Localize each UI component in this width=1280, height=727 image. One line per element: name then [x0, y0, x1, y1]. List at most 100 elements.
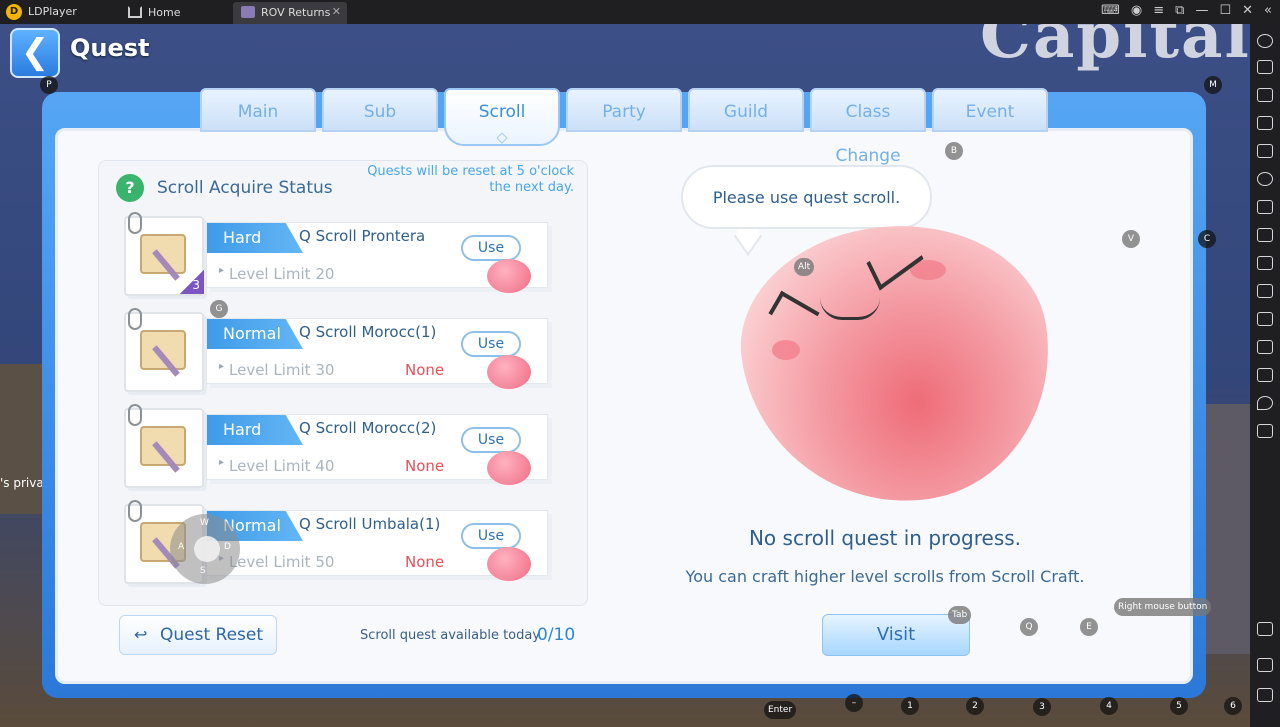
android-recents-icon[interactable] [1257, 688, 1273, 702]
scroll-name: Q Scroll Umbala(1) [299, 515, 441, 533]
keymap-hint-5: 5 [1170, 697, 1188, 715]
apk-install-icon[interactable] [1257, 228, 1273, 242]
reset-note: Quests will be reset at 5 o'clock the ne… [367, 164, 574, 195]
tab-event-label: Event [965, 102, 1015, 122]
close-tab-icon[interactable]: ✕ [332, 5, 341, 18]
joystick-key-w: W [200, 518, 209, 528]
quest-scroll-icon[interactable] [124, 308, 204, 392]
level-limit: Level Limit 30 [219, 361, 334, 379]
keymap-hint-1: 1 [901, 697, 919, 715]
maximize-icon[interactable]: ☐ [1219, 3, 1231, 18]
paperclip-icon [128, 212, 142, 234]
joystick-key-s: S [200, 566, 206, 576]
use-button[interactable]: Use [461, 427, 521, 453]
video-icon[interactable] [1257, 284, 1273, 298]
tab-class-change[interactable]: Class Change [810, 88, 926, 166]
menu-icon[interactable]: ≡ [1153, 3, 1164, 18]
android-home-icon[interactable] [1257, 658, 1273, 672]
scroll-row: Hard Q Scroll Morocc(2) Level Limit 40 N… [120, 404, 560, 492]
use-button[interactable]: Use [461, 331, 521, 357]
keymap-hint-minus: – [845, 694, 863, 712]
volume-down-icon[interactable] [1257, 116, 1273, 130]
quest-reset-button[interactable]: ↩ Quest Reset [119, 615, 277, 655]
game-icon [241, 6, 255, 18]
tab-sub-label: Sub [363, 102, 397, 122]
scroll-info-card: Normal Q Scroll Umbala(1) Level Limit 50… [206, 510, 548, 581]
speech-bubble: Please use quest scroll. [681, 165, 932, 229]
tab-scroll[interactable]: Scroll [444, 88, 560, 146]
ldplayer-logo-icon: D [6, 4, 22, 20]
tab-party[interactable]: Party [566, 88, 682, 132]
joystick-knob[interactable] [194, 536, 220, 562]
tab-scroll-label: Scroll [478, 102, 526, 122]
account-icon[interactable]: ◉ [1131, 3, 1142, 18]
level-limit: Level Limit 20 [219, 265, 334, 283]
location-icon[interactable] [1257, 396, 1273, 410]
parchment-icon [140, 330, 186, 370]
scroll-row: 3 Hard Q Scroll Prontera Level Limit 20 … [120, 212, 560, 300]
poring-icon [487, 451, 531, 485]
sync-icon[interactable] [1257, 312, 1273, 326]
keymap-hint-3: 3 [1033, 698, 1051, 716]
tab-sub[interactable]: Sub [322, 88, 438, 132]
volume-up-icon[interactable] [1257, 88, 1273, 102]
close-window-icon[interactable]: ✕ [1242, 3, 1253, 18]
tab-event[interactable]: Event [932, 88, 1048, 132]
window-controls: ⌨ ◉ ≡ ⧉ — ☐ ✕ « [1101, 3, 1272, 18]
popout-icon[interactable]: ⧉ [1175, 3, 1184, 18]
visit-button[interactable]: Visit [822, 614, 970, 656]
help-icon[interactable]: ? [116, 174, 144, 202]
keymap-hint-alt: Alt [794, 258, 815, 276]
collapse-sidebar-icon[interactable]: « [1264, 3, 1272, 18]
keymap-hint-6: 6 [1224, 697, 1242, 715]
no-quest-message: No scroll quest in progress. [748, 526, 1022, 550]
scroll-status: None [405, 361, 445, 379]
active-tab-diamond-icon [496, 132, 508, 144]
paperclip-icon [128, 500, 142, 522]
scroll-count-badge: 3 [180, 270, 204, 294]
available-label: Scroll quest available today. [360, 628, 543, 643]
poring-icon [487, 259, 531, 293]
use-button[interactable]: Use [461, 235, 521, 261]
fullscreen-icon[interactable] [1257, 144, 1273, 158]
poring-cheek [772, 340, 800, 360]
tab-guild[interactable]: Guild [688, 88, 804, 132]
rotate-icon[interactable] [1257, 424, 1273, 438]
tab-home[interactable]: Home [120, 2, 230, 24]
keymap-hint-p: P [40, 76, 58, 94]
difficulty-badge: Hard [207, 415, 303, 445]
section-title: Scroll Acquire Status [157, 178, 333, 198]
shake-icon[interactable] [1257, 340, 1273, 354]
gamepad-icon[interactable]: ⌨ [1101, 3, 1120, 18]
quest-scroll-icon[interactable] [124, 404, 204, 488]
tab-guild-label: Guild [723, 102, 769, 122]
level-limit: Level Limit 40 [219, 457, 334, 475]
tab-home-label: Home [148, 6, 181, 19]
minimize-icon[interactable]: — [1195, 3, 1208, 18]
settings-icon[interactable] [1257, 34, 1273, 48]
folder-icon[interactable] [1257, 368, 1273, 382]
tab-rov-returns[interactable]: ROV Returns ✕ [233, 2, 347, 24]
difficulty-badge: Normal [207, 319, 303, 349]
keyboard-icon[interactable] [1257, 60, 1273, 74]
scissors-icon[interactable] [1257, 256, 1273, 270]
scroll-info-card: Hard Q Scroll Prontera Level Limit 20 Us… [206, 222, 548, 293]
scroll-row: Normal Q Scroll Morocc(1) Level Limit 30… [120, 308, 560, 396]
android-back-icon[interactable] [1257, 622, 1273, 636]
wasd-joystick[interactable]: W A S D [170, 514, 240, 584]
keymap-hint-e: E [1080, 618, 1098, 636]
parchment-icon [140, 426, 186, 466]
record-icon[interactable] [1257, 172, 1273, 186]
keymap-hint-enter: Enter [764, 701, 797, 719]
scroll-name: Q Scroll Morocc(2) [299, 419, 437, 437]
add-app-icon[interactable] [1257, 200, 1273, 214]
keymap-hint-4: 4 [1100, 697, 1118, 715]
keymap-hint-right-mouse: Right mouse button [1114, 598, 1212, 616]
tab-main[interactable]: Main [200, 88, 316, 132]
paperclip-icon [128, 404, 142, 426]
tab-party-label: Party [602, 102, 646, 122]
keymap-hint-2: 2 [966, 697, 984, 715]
back-button[interactable]: ❮ [10, 28, 60, 78]
use-button[interactable]: Use [461, 523, 521, 549]
craft-hint: You can craft higher level scrolls from … [685, 567, 1085, 586]
